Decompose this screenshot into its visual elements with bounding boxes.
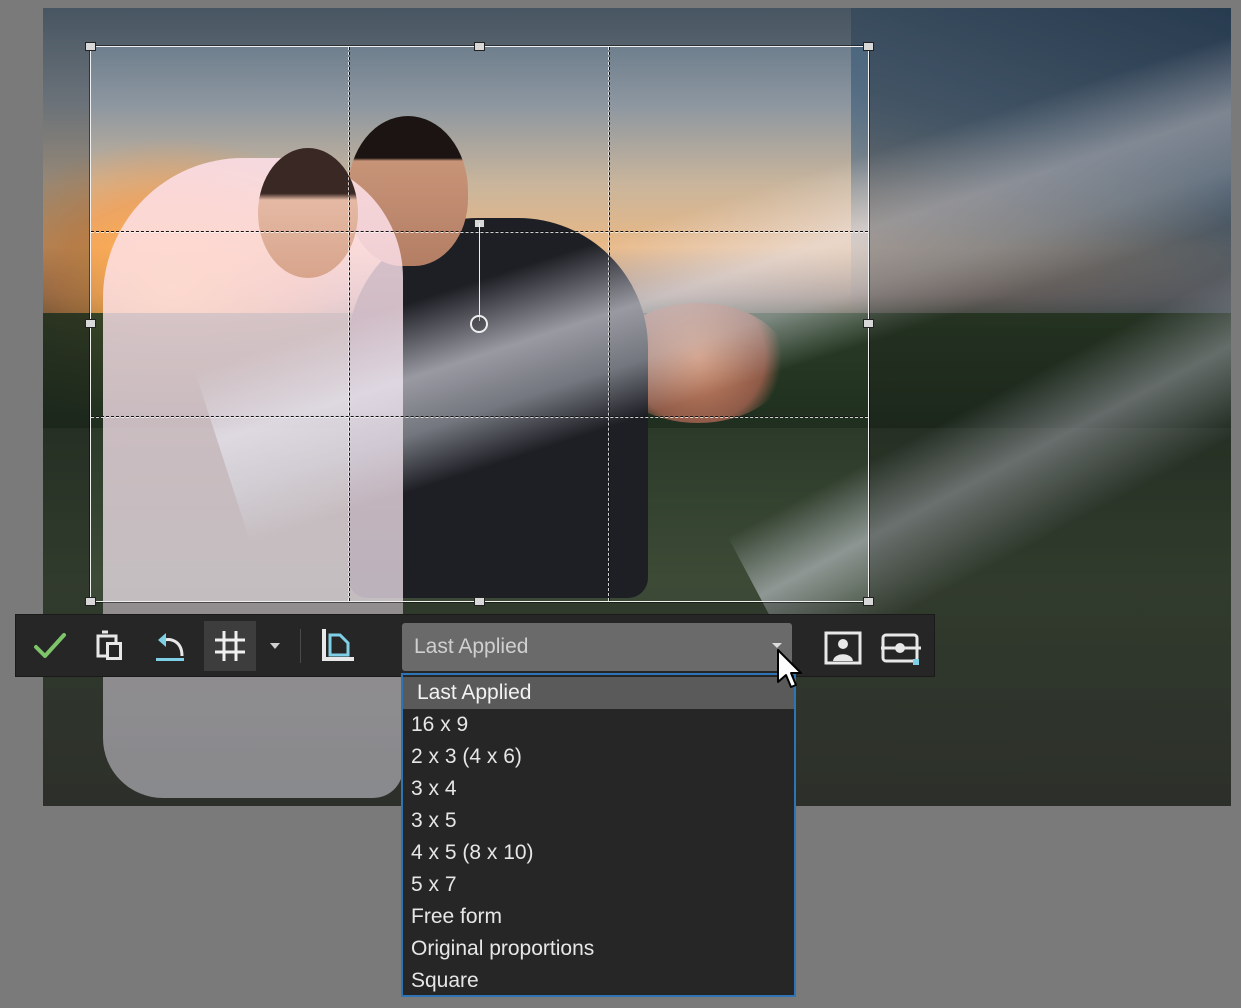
crop-handle-bottom-right[interactable] bbox=[863, 597, 874, 606]
crop-handle-top-left[interactable] bbox=[85, 42, 96, 51]
crop-grid-line bbox=[348, 47, 350, 601]
menu-item-last-applied[interactable]: Last Applied bbox=[403, 677, 794, 709]
grid-toggle-button[interactable] bbox=[204, 620, 256, 671]
checkmark-icon bbox=[34, 632, 66, 658]
crop-handle-top[interactable] bbox=[474, 42, 485, 51]
rotate-stem bbox=[479, 223, 480, 321]
grid-icon bbox=[215, 630, 245, 661]
aspect-ratio-selected: Last Applied bbox=[414, 635, 529, 658]
crop-grid-line bbox=[608, 47, 610, 601]
menu-item-4x5[interactable]: 4 x 5 (8 x 10) bbox=[403, 837, 794, 869]
portrait-button[interactable] bbox=[818, 623, 868, 673]
crop-rotate-icon bbox=[96, 630, 122, 660]
orientation-swap-icon bbox=[322, 628, 354, 661]
mouse-cursor-icon bbox=[777, 649, 802, 688]
crop-handle-right[interactable] bbox=[863, 319, 874, 328]
grid-options-button[interactable] bbox=[260, 621, 290, 671]
crop-handle-top-right[interactable] bbox=[863, 42, 874, 51]
menu-item-square[interactable]: Square bbox=[403, 965, 794, 997]
apply-crop-button[interactable] bbox=[24, 621, 76, 671]
toolbar-divider bbox=[300, 628, 301, 663]
rotate-handle[interactable] bbox=[470, 315, 488, 333]
straighten-icon bbox=[881, 633, 921, 665]
portrait-icon bbox=[824, 631, 862, 665]
aspect-ratio-dropdown[interactable]: Last Applied bbox=[402, 623, 792, 671]
orientation-button[interactable] bbox=[311, 621, 363, 671]
menu-item-5x7[interactable]: 5 x 7 bbox=[403, 869, 794, 901]
crop-frame[interactable] bbox=[85, 42, 874, 606]
undo-button[interactable] bbox=[144, 621, 196, 671]
undo-arrow-icon bbox=[156, 632, 184, 661]
crop-handle-bottom[interactable] bbox=[474, 597, 485, 606]
chevron-down-icon bbox=[270, 642, 280, 649]
menu-item-free-form[interactable]: Free form bbox=[403, 901, 794, 933]
crop-mode-button[interactable] bbox=[84, 621, 136, 671]
photo-editor-crop-view: Last Applied Last Applied 16 x 9 2 x 3 (… bbox=[0, 0, 1241, 1008]
crop-handle-bottom-left[interactable] bbox=[85, 597, 96, 606]
menu-item-3x4[interactable]: 3 x 4 bbox=[403, 773, 794, 805]
menu-item-2x3[interactable]: 2 x 3 (4 x 6) bbox=[403, 741, 794, 773]
menu-item-3x5[interactable]: 3 x 5 bbox=[403, 805, 794, 837]
straighten-button[interactable] bbox=[876, 623, 926, 673]
crop-grid-line bbox=[91, 416, 868, 418]
crop-handle-left[interactable] bbox=[85, 319, 96, 328]
menu-item-original-proportions[interactable]: Original proportions bbox=[403, 933, 794, 965]
menu-item-16x9[interactable]: 16 x 9 bbox=[403, 709, 794, 741]
aspect-ratio-menu: Last Applied 16 x 9 2 x 3 (4 x 6) 3 x 4 … bbox=[401, 673, 796, 997]
